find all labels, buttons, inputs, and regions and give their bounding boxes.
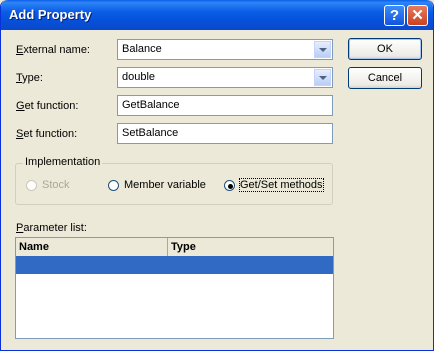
get-function-value: GetBalance <box>122 99 180 111</box>
column-header-name[interactable]: Name <box>16 238 168 256</box>
close-button[interactable]: ✕ <box>407 5 428 26</box>
type-value: double <box>122 71 156 83</box>
radio-circle <box>108 180 119 191</box>
external-name-label: External name: <box>16 44 90 56</box>
column-header-type[interactable]: Type <box>168 238 333 256</box>
list-header: Name Type <box>16 238 333 257</box>
question-icon: ? <box>389 7 400 24</box>
dialog-title: Add Property <box>9 7 92 22</box>
set-function-label: Set function: <box>16 128 78 140</box>
get-function-label: Get function: <box>16 100 79 112</box>
title-bar[interactable]: Add Property ? ✕ <box>1 0 433 30</box>
radio-circle <box>224 180 235 191</box>
type-label: Type: <box>16 72 43 84</box>
radio-circle <box>26 180 37 191</box>
help-button[interactable]: ? <box>384 5 405 26</box>
set-function-value: SetBalance <box>122 127 179 139</box>
chevron-down-icon[interactable] <box>314 41 331 58</box>
radio-stock-label: Stock <box>42 179 70 191</box>
set-function-input[interactable]: SetBalance <box>117 123 333 144</box>
selected-row[interactable] <box>16 256 333 274</box>
radio-member-variable-label: Member variable <box>124 179 206 191</box>
close-icon: ✕ <box>411 7 424 24</box>
external-name-combobox[interactable]: Balance <box>117 39 333 60</box>
parameter-list[interactable]: Name Type <box>15 237 334 339</box>
radio-get-set-methods-label: Get/Set methods <box>239 178 324 192</box>
parameter-list-label: Parameter list: <box>16 222 87 234</box>
type-combobox[interactable]: double <box>117 67 333 88</box>
cancel-button[interactable]: Cancel <box>348 67 422 89</box>
get-function-input[interactable]: GetBalance <box>117 95 333 116</box>
radio-selected-dot <box>228 184 233 189</box>
implementation-group-title: Implementation <box>23 156 103 168</box>
external-name-value: Balance <box>122 43 162 55</box>
ok-button[interactable]: OK <box>348 38 422 60</box>
add-property-dialog: Add Property ? ✕ External name: Balance … <box>0 0 434 351</box>
chevron-down-icon[interactable] <box>314 69 331 86</box>
